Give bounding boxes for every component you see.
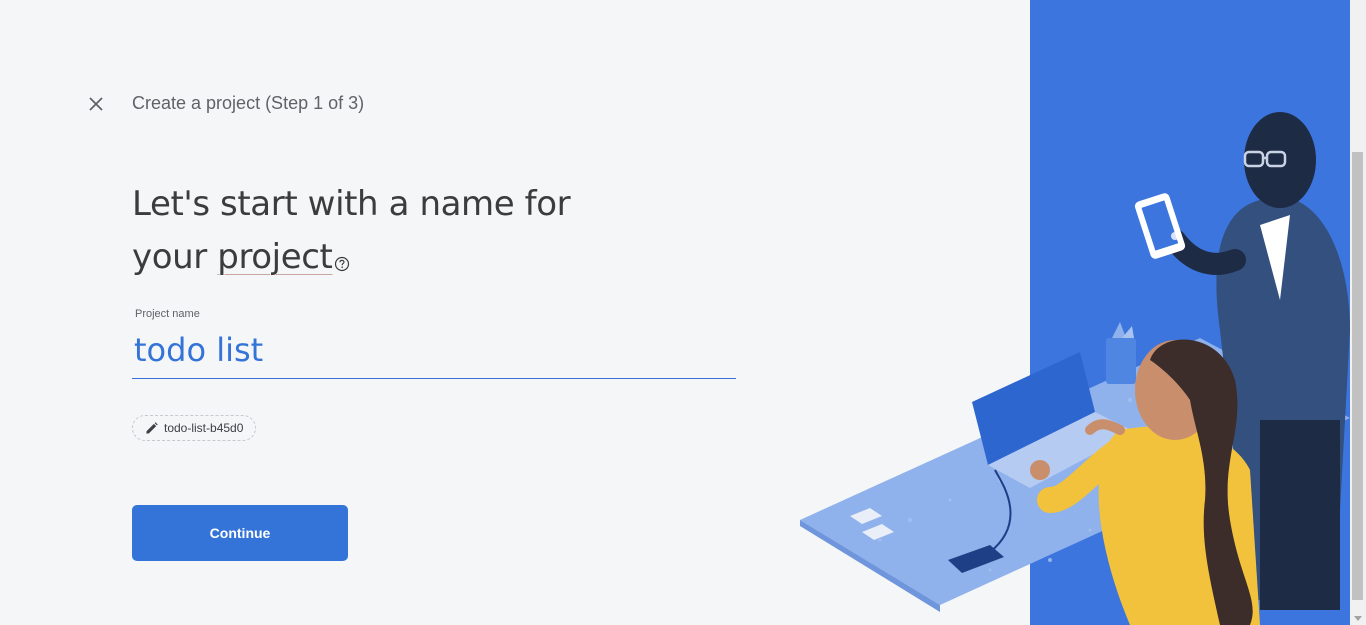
developer-illustration (800, 0, 1350, 625)
close-icon (89, 97, 103, 111)
scroll-down-icon[interactable] (1354, 616, 1362, 621)
project-name-field (132, 326, 738, 379)
page-headline: Let's start with a name for your project (132, 178, 652, 288)
woman-hand (1030, 460, 1050, 480)
headline-project-term[interactable]: project (217, 237, 333, 277)
create-project-page: Create a project (Step 1 of 3) Let's sta… (0, 0, 1366, 625)
project-id-chip[interactable]: todo-list-b45d0 (132, 415, 257, 441)
close-button[interactable] (84, 92, 108, 116)
project-name-input[interactable] (132, 326, 738, 374)
pencil-cup (1106, 338, 1136, 384)
headline-line-1: Let's start with a name for (132, 184, 571, 224)
page-scrollbar[interactable] (1350, 0, 1366, 625)
project-name-label: Project name (135, 308, 200, 320)
scrollbar-thumb[interactable] (1352, 152, 1363, 600)
headline-line-2: your (132, 237, 218, 277)
step-title: Create a project (Step 1 of 3) (132, 93, 365, 113)
man-head (1244, 112, 1316, 208)
project-id-text: todo-list-b45d0 (164, 421, 244, 435)
help-circle-icon[interactable] (334, 235, 350, 288)
pencil-icon (146, 421, 158, 434)
continue-button[interactable]: Continue (132, 505, 348, 561)
man-pants (1260, 420, 1340, 610)
